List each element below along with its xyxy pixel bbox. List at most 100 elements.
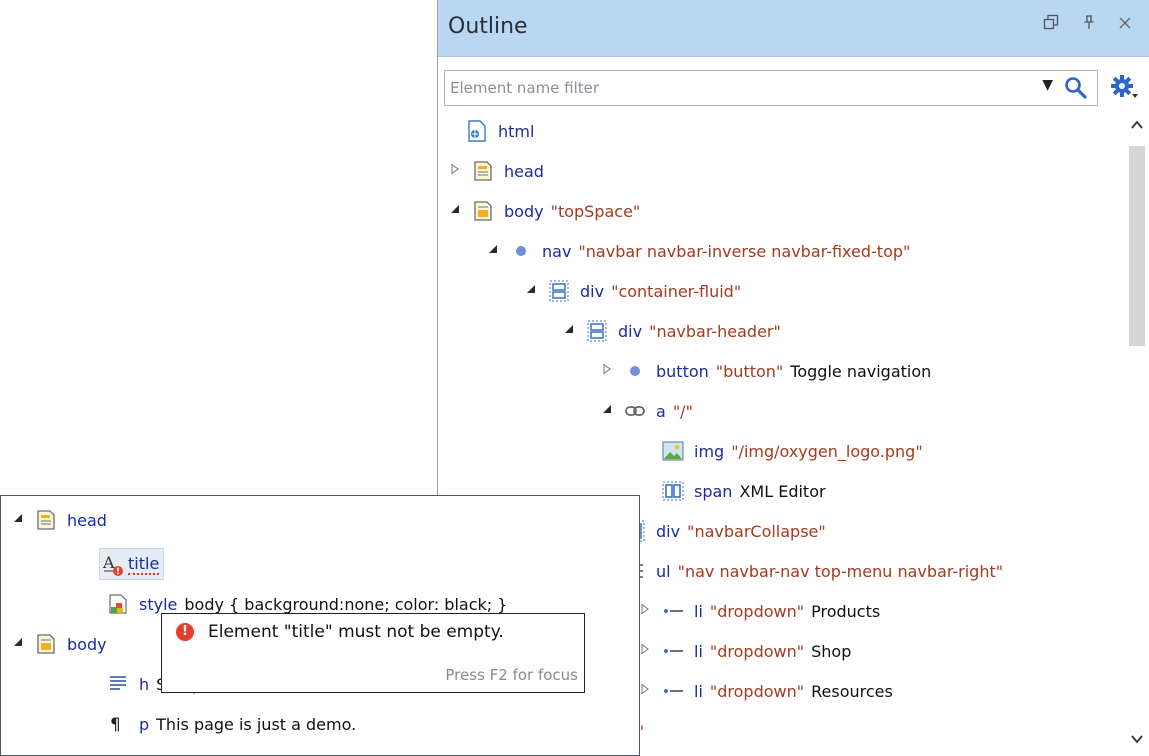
node-text-content: XML Editor — [739, 481, 826, 501]
node-tag-name: ul — [656, 561, 671, 581]
error-tooltip: ! Element "title" must not be empty. Pre… — [161, 613, 585, 693]
html-file-icon — [466, 120, 488, 142]
node-attribute-value: "navbarCollapse" — [687, 521, 826, 541]
node-tag-name: head — [504, 161, 544, 181]
tree-node-head[interactable]: head — [446, 153, 544, 189]
scroll-down-icon[interactable] — [1126, 732, 1148, 754]
collapse-arrow-icon[interactable] — [9, 512, 27, 528]
element-filter-input[interactable]: Element name filter ▼ — [444, 70, 1098, 106]
node-tag-name: head — [67, 510, 107, 530]
node-tag-name: style — [139, 594, 178, 614]
node-tag-name: li — [694, 641, 703, 661]
node-tag-name: body — [504, 201, 544, 221]
image-icon — [662, 440, 684, 462]
node-attribute-value: "topSpace" — [550, 201, 641, 221]
tree-node-li[interactable]: li "dropdown" Products — [636, 593, 880, 629]
node-text-content: This page is just a demo. — [156, 714, 357, 734]
filter-history-dropdown-icon[interactable]: ▼ — [1042, 77, 1053, 93]
node-text-content: Toggle navigation — [790, 361, 932, 381]
filter-row: Element name filter ▼ — [438, 64, 1149, 110]
head-element-icon — [472, 160, 494, 182]
node-text-content: Products — [811, 601, 881, 621]
collapse-arrow-icon[interactable] — [522, 283, 540, 299]
tree-node-button[interactable]: button "button" Toggle navigation — [598, 353, 931, 389]
node-text-content: Shop — [811, 641, 852, 661]
restore-icon[interactable] — [1040, 14, 1062, 36]
link-icon — [624, 400, 646, 422]
tree-node-div[interactable]: div "navbar-header" — [560, 313, 781, 349]
node-tag-name: title — [128, 553, 160, 575]
node-tag-name: div — [580, 281, 605, 301]
node-attribute-value: "dropdown" — [709, 601, 805, 621]
search-icon[interactable] — [1063, 75, 1089, 101]
node-tag-name: span — [694, 481, 733, 501]
close-icon[interactable] — [1114, 14, 1136, 36]
node-attribute-value: "nav navbar-nav top-menu navbar-right" — [677, 561, 1004, 581]
panel-title: Outline — [448, 14, 528, 39]
heading-icon — [107, 673, 129, 695]
tree-node-ul[interactable]: ul "nav navbar-nav top-menu navbar-right" — [598, 553, 1003, 589]
tree-node-p[interactable]: ¶ p This page is just a demo. — [81, 704, 356, 744]
style-icon — [107, 593, 129, 615]
collapse-arrow-icon[interactable] — [484, 243, 502, 259]
tree-node-a[interactable]: a "/" — [598, 393, 693, 429]
pin-icon[interactable] — [1078, 14, 1100, 36]
node-text-content: body { background:none; color: black; } — [184, 594, 508, 614]
head-element-icon — [35, 509, 57, 531]
node-tag-name: nav — [542, 241, 572, 261]
expand-arrow-icon[interactable] — [598, 363, 616, 379]
tree-node-body[interactable]: body "topSpace" — [446, 193, 640, 229]
tree-node-img[interactable]: img "/img/oxygen_logo.png" — [636, 433, 923, 469]
node-attribute-value: "navbar navbar-inverse navbar-fixed-top" — [578, 241, 911, 261]
node-tag-name: button — [656, 361, 709, 381]
filter-placeholder: Element name filter — [450, 79, 600, 97]
node-attribute-value: "dropdown" — [709, 681, 805, 701]
bullet-icon — [624, 360, 646, 382]
tree-node-li[interactable]: li "dropdown" Shop — [636, 633, 851, 669]
collapse-arrow-icon[interactable] — [598, 403, 616, 419]
div-block-icon — [586, 320, 608, 342]
node-tag-name: h — [139, 674, 150, 694]
node-text-content: Resources — [811, 681, 893, 701]
node-tag-name: li — [694, 601, 703, 621]
tooltip-hint: Press F2 for focus — [445, 666, 578, 684]
node-attribute-value: "button" — [715, 361, 784, 381]
vertical-scrollbar[interactable] — [1126, 110, 1148, 756]
node-attribute-value: "navbar-header" — [649, 321, 781, 341]
svg-text:A: A — [102, 553, 115, 572]
title-error-icon: A — [102, 553, 124, 576]
scrollbar-thumb[interactable] — [1129, 146, 1145, 346]
node-tag-name: li — [694, 681, 703, 701]
tree-node-li[interactable]: li "dropdown" Resources — [636, 673, 893, 709]
selected-node-highlight[interactable]: Atitle — [99, 548, 165, 580]
node-tag-name: img — [694, 441, 725, 461]
tree-node-html[interactable]: html — [440, 113, 534, 149]
scroll-up-icon[interactable] — [1126, 118, 1148, 140]
node-tag-name: a — [656, 401, 666, 421]
list-item-icon — [662, 640, 684, 662]
node-attribute-value: "/img/oxygen_logo.png" — [731, 441, 923, 461]
collapse-arrow-icon[interactable] — [9, 636, 27, 652]
div-block-icon — [548, 280, 570, 302]
list-item-icon — [662, 680, 684, 702]
span-icon — [662, 480, 684, 502]
tree-node-nav[interactable]: nav "navbar navbar-inverse navbar-fixed-t… — [484, 233, 910, 269]
expand-arrow-icon[interactable] — [446, 163, 464, 179]
node-attribute-value: "container-fluid" — [611, 281, 742, 301]
tree-node-head[interactable]: head — [9, 500, 107, 540]
tree-node-body[interactable]: body — [9, 624, 107, 664]
gear-icon[interactable] — [1110, 74, 1140, 102]
outline-titlebar: Outline — [438, 0, 1149, 57]
svg-text:¶: ¶ — [110, 715, 121, 735]
node-attribute-value: "dropdown" — [709, 641, 805, 661]
tree-node-span[interactable]: span XML Editor — [636, 473, 826, 509]
node-tag-name: div — [618, 321, 643, 341]
node-attribute-value: "/" — [672, 401, 693, 421]
tree-node-div[interactable]: div "container-fluid" — [522, 273, 741, 309]
collapse-arrow-icon[interactable] — [560, 323, 578, 339]
tree-node-title[interactable]: Atitle — [81, 544, 165, 584]
error-icon: ! — [176, 623, 194, 641]
collapse-arrow-icon[interactable] — [446, 203, 464, 219]
bullet-icon — [510, 240, 532, 262]
list-item-icon — [662, 600, 684, 622]
